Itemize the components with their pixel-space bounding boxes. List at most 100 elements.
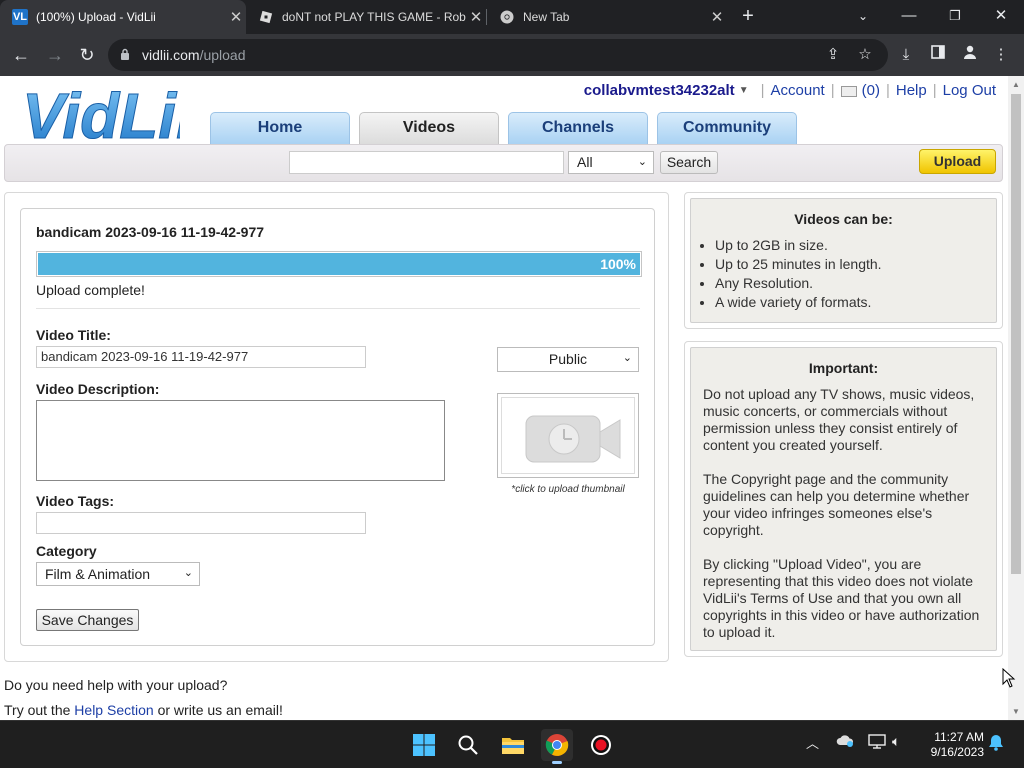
tab-roblox-game[interactable]: doNT not PLAY THIS GAME - Rob ✕ bbox=[246, 0, 486, 34]
help-question: Do you need help with your upload? bbox=[4, 677, 228, 693]
nav-tab-community[interactable]: Community bbox=[657, 112, 797, 144]
user-bar: collabvmtest34232alt ▼ | Account | (0) |… bbox=[584, 82, 996, 99]
notification-bell-icon[interactable] bbox=[988, 733, 1004, 754]
list-item: Up to 25 minutes in length. bbox=[715, 256, 882, 275]
search-input[interactable] bbox=[289, 151, 564, 174]
tab-vidlii-upload[interactable]: VL (100%) Upload - VidLii ✕ bbox=[0, 0, 246, 34]
onedrive-icon[interactable] bbox=[836, 733, 854, 750]
restore-icon[interactable]: ❐ bbox=[932, 0, 978, 34]
close-tab-icon[interactable]: ✕ bbox=[707, 8, 727, 26]
browser-toolbar: ← → ↻ vidlii.com/upload ⇪ ☆ ⤓ ⋮ bbox=[0, 34, 1024, 76]
volume-icon[interactable]: 🔈︎ bbox=[892, 733, 900, 750]
thumbnail-frame bbox=[501, 397, 635, 474]
search-icon[interactable] bbox=[452, 729, 484, 761]
nav-tab-home[interactable]: Home bbox=[210, 112, 350, 144]
tab-new-tab[interactable]: New Tab ✕ bbox=[487, 0, 727, 34]
video-tags-input[interactable] bbox=[36, 512, 366, 534]
thumbnail-upload[interactable] bbox=[497, 393, 639, 478]
close-tab-icon[interactable]: ✕ bbox=[226, 8, 246, 26]
list-item: A wide variety of formats. bbox=[715, 294, 882, 313]
search-button[interactable]: Search bbox=[660, 151, 718, 174]
clock-date: 9/16/2023 bbox=[930, 745, 984, 759]
thumbnail-hint: *click to upload thumbnail bbox=[511, 484, 625, 495]
tray-chevron-up-icon[interactable]: ︿ bbox=[806, 733, 819, 752]
tab-search-chevron-icon[interactable]: ⌄ bbox=[840, 0, 886, 34]
save-changes-button[interactable]: Save Changes bbox=[36, 609, 139, 631]
url-domain: vidlii.com bbox=[142, 47, 200, 63]
chrome-icon bbox=[499, 9, 515, 25]
web-page: VidLii collabvmtest34232alt ▼ | Account … bbox=[0, 76, 1008, 720]
help-section-link[interactable]: Help Section bbox=[74, 702, 153, 718]
close-window-icon[interactable]: ✕ bbox=[978, 0, 1024, 34]
side-panel-icon[interactable] bbox=[927, 44, 949, 66]
chrome-taskbar-icon[interactable] bbox=[541, 729, 573, 764]
video-description-textarea[interactable] bbox=[36, 400, 445, 481]
search-category-value: All bbox=[577, 154, 593, 170]
windows-taskbar: ︿ 🔈︎ 11:27 AM 9/16/2023 bbox=[0, 720, 1024, 768]
video-title-input[interactable]: bandicam 2023-09-16 11-19-42-977 bbox=[36, 346, 366, 368]
help-prefix: Try out the bbox=[4, 702, 75, 718]
reload-icon[interactable]: ↻ bbox=[74, 42, 100, 68]
category-label: Category bbox=[36, 543, 97, 559]
username-link[interactable]: collabvmtest34232alt bbox=[584, 82, 735, 99]
chevron-down-icon: ⌄ bbox=[637, 156, 647, 168]
search-category-select[interactable]: All ⌄ bbox=[568, 151, 654, 174]
close-tab-icon[interactable]: ✕ bbox=[466, 8, 486, 26]
vidlii-logo[interactable]: VidLii bbox=[20, 80, 181, 144]
search-bar: All ⌄ Search Upload bbox=[4, 144, 1003, 182]
category-value: Film & Animation bbox=[45, 566, 151, 582]
divider: | bbox=[760, 82, 765, 99]
new-tab-plus-icon[interactable]: + bbox=[736, 5, 760, 29]
category-select[interactable]: Film & Animation ⌄ bbox=[36, 562, 200, 586]
tab-title: (100%) Upload - VidLii bbox=[36, 10, 156, 24]
scroll-down-icon[interactable]: ▼ bbox=[1012, 707, 1020, 716]
uploaded-file-name: bandicam 2023-09-16 11-19-42-977 bbox=[36, 224, 265, 240]
svg-text:VidLii: VidLii bbox=[22, 80, 180, 144]
important-paragraph: Do not upload any TV shows, music videos… bbox=[703, 386, 975, 453]
account-link[interactable]: Account bbox=[771, 82, 825, 99]
bookmark-star-icon[interactable]: ☆ bbox=[856, 46, 874, 64]
divider bbox=[36, 308, 640, 309]
dropdown-caret-icon[interactable]: ▼ bbox=[739, 85, 749, 96]
upload-button[interactable]: Upload bbox=[919, 149, 996, 174]
back-arrow-icon[interactable]: ← bbox=[8, 42, 34, 68]
help-link[interactable]: Help bbox=[896, 82, 927, 99]
logout-link[interactable]: Log Out bbox=[943, 82, 996, 99]
start-windows-icon[interactable] bbox=[408, 729, 440, 761]
network-icon[interactable] bbox=[868, 733, 886, 752]
file-explorer-icon[interactable] bbox=[497, 729, 529, 761]
download-icon[interactable]: ⤓ bbox=[895, 44, 917, 66]
browser-tab-strip: VL (100%) Upload - VidLii ✕ doNT not PLA… bbox=[0, 0, 1024, 34]
inbox-link[interactable]: (0) bbox=[840, 82, 880, 99]
page-scrollbar[interactable]: ▲ ▼ bbox=[1008, 76, 1024, 720]
scroll-up-icon[interactable]: ▲ bbox=[1012, 80, 1020, 89]
forward-arrow-icon[interactable]: → bbox=[42, 42, 68, 68]
menu-kebab-icon[interactable]: ⋮ bbox=[990, 44, 1012, 66]
minimize-icon[interactable]: — bbox=[886, 0, 932, 34]
mail-icon bbox=[840, 85, 857, 97]
profile-icon[interactable] bbox=[959, 44, 981, 66]
nav-tab-videos[interactable]: Videos bbox=[359, 112, 499, 144]
video-tags-label: Video Tags: bbox=[36, 493, 115, 509]
divider: | bbox=[830, 82, 835, 99]
videos-info-box: Videos can be: Up to 2GB in size. Up to … bbox=[690, 198, 997, 323]
divider: | bbox=[885, 82, 890, 99]
scrollbar-thumb[interactable] bbox=[1011, 94, 1021, 574]
share-icon[interactable]: ⇪ bbox=[824, 46, 842, 64]
upload-status: Upload complete! bbox=[36, 282, 145, 298]
chevron-down-icon: ⌄ bbox=[183, 567, 193, 579]
taskbar-clock[interactable]: 11:27 AM 9/16/2023 bbox=[920, 730, 984, 760]
chevron-down-icon: ⌄ bbox=[622, 352, 632, 364]
video-description-label: Video Description: bbox=[36, 381, 160, 397]
privacy-value: Public bbox=[548, 351, 588, 367]
url-path: /upload bbox=[199, 47, 246, 63]
mouse-cursor-icon bbox=[1002, 668, 1016, 688]
recorder-icon[interactable] bbox=[585, 729, 617, 761]
video-camera-icon bbox=[525, 415, 621, 463]
address-bar[interactable]: vidlii.com/upload ⇪ ☆ bbox=[108, 39, 888, 71]
privacy-select[interactable]: Public ⌄ bbox=[497, 347, 639, 372]
nav-tab-channels[interactable]: Channels bbox=[508, 112, 648, 144]
video-title-label: Video Title: bbox=[36, 327, 111, 343]
upload-progress-bar: 100% bbox=[36, 251, 642, 277]
important-title: Important: bbox=[808, 360, 879, 376]
